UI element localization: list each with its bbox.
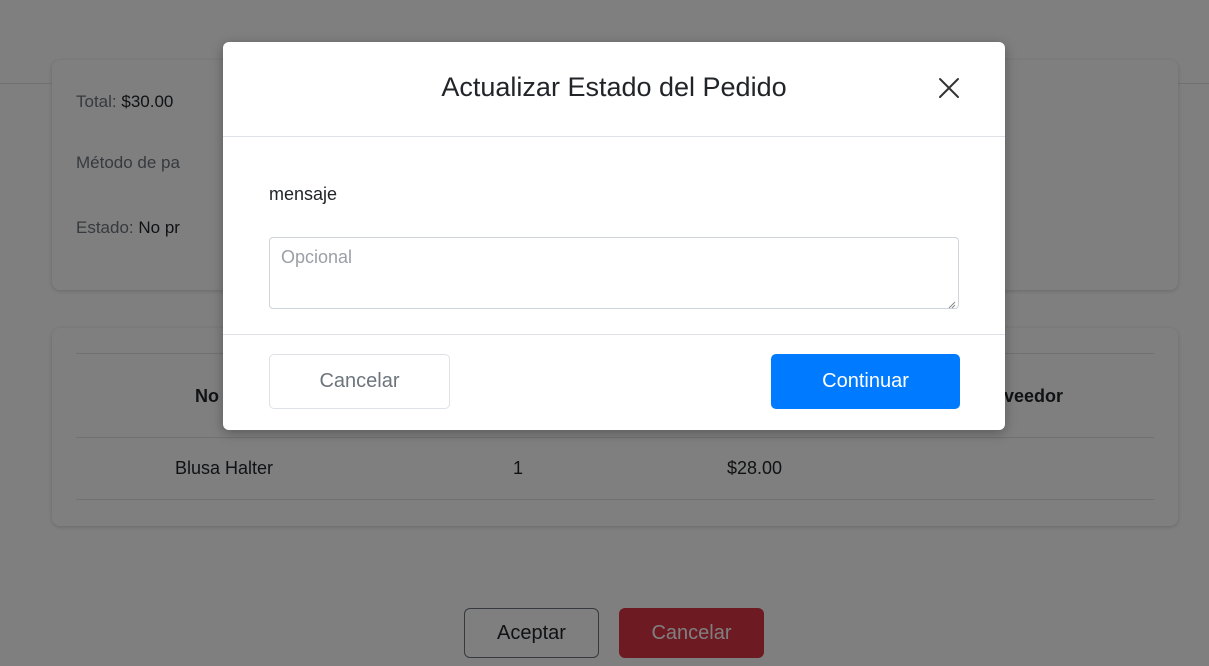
update-status-modal: Actualizar Estado del Pedido mensaje Opc… xyxy=(223,42,1005,430)
message-textarea[interactable]: Opcional xyxy=(269,237,959,309)
continue-button[interactable]: Continuar xyxy=(771,354,960,409)
close-icon xyxy=(938,77,960,104)
modal-footer: Cancelar Continuar xyxy=(223,334,1005,430)
modal-header: Actualizar Estado del Pedido xyxy=(223,42,1005,137)
message-label: mensaje xyxy=(269,184,338,204)
modal-close-button[interactable] xyxy=(931,72,967,108)
message-placeholder: Opcional xyxy=(281,247,353,267)
modal-cancel-button[interactable]: Cancelar xyxy=(269,354,450,409)
modal-title: Actualizar Estado del Pedido xyxy=(441,72,787,102)
resize-handle-icon[interactable] xyxy=(946,296,956,309)
